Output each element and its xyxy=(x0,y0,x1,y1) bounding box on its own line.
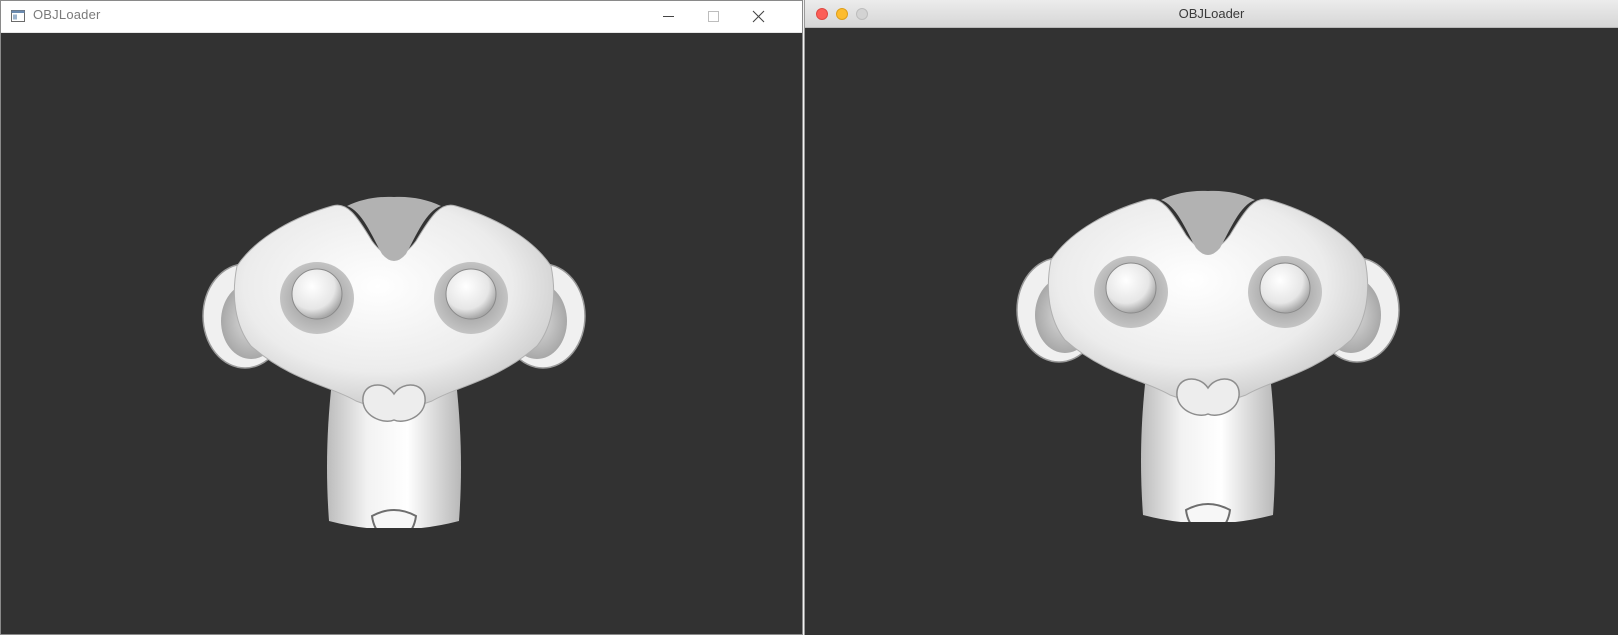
app-icon xyxy=(11,10,25,22)
minimize-icon xyxy=(663,16,674,17)
render-viewport[interactable] xyxy=(805,28,1618,635)
title-bar[interactable]: OBJLoader xyxy=(1,1,802,33)
maximize-icon xyxy=(708,11,719,22)
close-icon xyxy=(752,10,765,23)
window-title: OBJLoader xyxy=(33,7,101,22)
maximize-button[interactable] xyxy=(691,1,736,32)
title-bar[interactable]: OBJLoader xyxy=(805,0,1618,28)
monkey-head-model xyxy=(202,195,586,528)
close-button[interactable] xyxy=(736,1,781,32)
windows-app-window: OBJLoader xyxy=(0,0,803,635)
minimize-button[interactable] xyxy=(646,1,691,32)
monkey-head-model xyxy=(1016,189,1400,522)
macos-app-window: OBJLoader xyxy=(804,0,1618,635)
window-title: OBJLoader xyxy=(1178,6,1245,21)
render-viewport[interactable] xyxy=(1,33,802,634)
